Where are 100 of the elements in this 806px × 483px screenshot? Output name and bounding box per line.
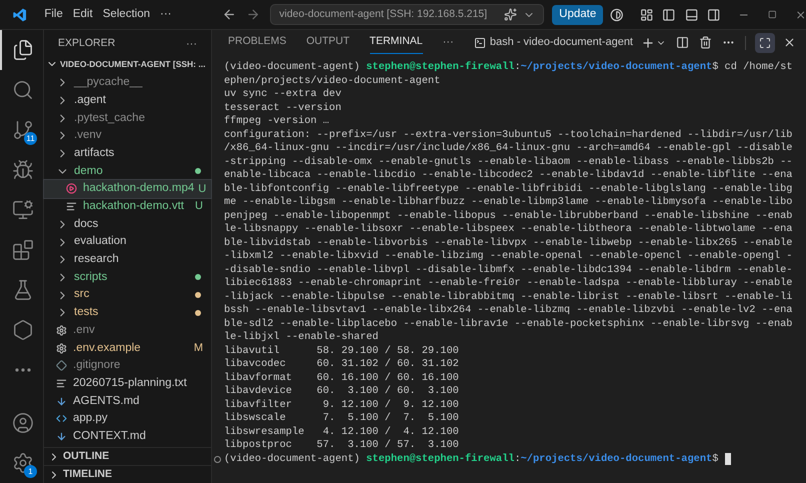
section-header[interactable]: OUTLINE (44, 447, 211, 465)
plus-icon[interactable] (641, 36, 655, 50)
remote-explorer-icon (12, 199, 34, 221)
menu-item[interactable]: File (39, 6, 68, 24)
maximize-icon (759, 36, 771, 48)
tree-item[interactable]: hackathon-demo.vtt U (44, 198, 211, 216)
activity-item[interactable]: 11 (0, 110, 43, 150)
terminal-line: libiec61883 --enable-chromaprint --enable-frei0r --enable-ladspa --enable-libbluray --enable (224, 277, 794, 290)
command-center-search[interactable]: video-document-agent [SSH: 192.168.5.215] (270, 4, 544, 25)
more-actions[interactable]: ··· (442, 34, 454, 51)
terminal-name[interactable]: bash - video-document-agent (490, 34, 633, 51)
tree-item[interactable]: src (44, 286, 211, 304)
layout-icon[interactable] (640, 8, 654, 22)
tree-item[interactable]: research (44, 250, 211, 269)
hexagon-icon (12, 319, 34, 341)
panel-tab[interactable]: OUTPUT (306, 31, 350, 54)
more-icon (14, 368, 30, 372)
file-name: .venv (74, 128, 102, 144)
tree-item[interactable]: artifacts (44, 144, 211, 162)
tree-root[interactable]: VIDEO-DOCUMENT-AGENT [SSH: ... (44, 54, 211, 74)
terminal-line: ffmpeg -version … (224, 115, 330, 128)
panel-tab[interactable]: TERMINAL (370, 31, 423, 54)
close-icon[interactable] (794, 8, 806, 20)
activity-item[interactable]: 1 (0, 443, 43, 483)
tree-item[interactable]: .pytest_cache (44, 109, 211, 128)
terminal-icon (474, 36, 486, 48)
diamond-icon (56, 360, 67, 372)
settings-icon (12, 452, 34, 474)
file-name: evaluation (74, 234, 126, 250)
git-status-label: M (194, 340, 203, 356)
tree-item[interactable]: .env.example M (44, 339, 211, 357)
trash-icon[interactable] (699, 36, 712, 49)
terminal-line: libavutil 58. 29.100 / 58. 29.100 (224, 344, 460, 358)
search-icon (12, 79, 34, 101)
tree-item[interactable]: demo (44, 162, 211, 180)
tree-item[interactable]: 20260715-planning.txt (44, 374, 211, 392)
close-icon[interactable] (783, 36, 796, 49)
panel-right-icon[interactable] (706, 8, 720, 22)
terminal-line: -libjack --enable-libpulse --enable-librabbitmq --enable-librist --enable-libsrt --enable-li (224, 290, 794, 304)
terminal-line: uv sync --extra dev (224, 88, 342, 102)
file-name: 20260715-planning.txt (73, 376, 187, 391)
tree-item[interactable]: __pycache__ (44, 74, 211, 92)
tree-item[interactable]: CONTEXT.md (44, 428, 211, 446)
menu-item[interactable]: ··· (155, 6, 176, 24)
tree-item[interactable]: .env (44, 322, 211, 340)
terminal-line: me --enable-libgsm --enable-libharfbuzz --enable-libmp3lame --enable-libmysofa --enable-libo (224, 196, 794, 210)
menu-item[interactable]: Selection (98, 6, 155, 24)
file-name: src (74, 287, 90, 302)
terminal-line: libpostproc 57. 3.100 / 57. 3.100 (224, 439, 460, 452)
tree-item[interactable]: hackathon-demo.mp4 U (44, 180, 211, 198)
tree-item[interactable]: .gitignore (44, 357, 211, 375)
terminal-line: libswscale 7. 5.100 / 7. 5.100 (224, 412, 460, 426)
tree-item[interactable]: AGENTS.md (44, 392, 211, 410)
tree-item[interactable]: tests (44, 304, 211, 322)
update-button[interactable]: Update (552, 4, 604, 24)
terminal-line: penjpeg --enable-libopenmpt --enable-libopus --enable-librubberband --enable-libshine --enab (224, 210, 794, 223)
restore-icon[interactable] (768, 10, 776, 19)
terminal-line: -stripping --disable-omx --enable-gnutls --enable-libaom --enable-libass --enable-libbs2b -- (224, 156, 794, 169)
run-debug-icon (12, 159, 34, 181)
python-icon (56, 413, 67, 424)
account-icon (12, 412, 34, 434)
gear-icon (56, 342, 67, 354)
file-name: CONTEXT.md (73, 428, 146, 444)
section-header[interactable]: TIMELINE (44, 465, 211, 483)
folder-name: VIDEO-DOCUMENT-AGENT [SSH: ... (60, 58, 206, 70)
panel-left-icon[interactable] (662, 8, 676, 22)
terminal-line: libavfilter 9. 12.100 / 9. 12.100 (224, 398, 460, 412)
terminal-prompt-line: (video-document-agent) stephen@stephen-firewall:~/projects/video-document-agent$ (224, 452, 718, 466)
play-icon (66, 183, 77, 194)
file-name: docs (74, 216, 98, 232)
file-name: .agent (74, 92, 106, 108)
file-name: scripts (74, 270, 108, 285)
git-status-label: U (198, 182, 206, 197)
markdown-icon (56, 431, 67, 442)
extensions-icon (12, 239, 34, 261)
panel-bottom-icon[interactable] (684, 8, 698, 22)
terminal-line: configuration: --prefix=/usr --extra-version=3ubuntu5 --toolchain=hardened --libdir=/usr/lib (224, 128, 794, 142)
logo-icon (12, 6, 28, 22)
panel-tab[interactable]: PROBLEMS (228, 31, 286, 54)
half-circle-icon[interactable] (610, 8, 624, 22)
terminal-line: enable-libcaca --enable-libcdio --enable-libcodec2 --enable-libdav1d --enable-libflite --ena (224, 169, 794, 182)
terminal-line: libavcodec 60. 31.102 / 60. 31.102 (224, 358, 460, 372)
tree-item[interactable]: .agent (44, 92, 211, 110)
terminal-line: -libxml2 --enable-libxvid --enable-libzimg --enable-openal --enable-opencl --enable-opengl - (224, 250, 794, 264)
split-icon[interactable] (676, 36, 689, 49)
file-name: app.py (73, 411, 108, 426)
terminal-line: le-libsnappy --enable-libsoxr --enable-libspeex --enable-libtheora --enable-libtwolame --ena (224, 223, 794, 236)
terminal-line: /x86_64-linux-gnu --incdir=/usr/include/x86_64-linux-gnu --arch=amd64 --enable-gpl --disable (224, 142, 794, 156)
tree-item[interactable]: scripts (44, 268, 211, 286)
terminal-line: tesseract --version (224, 102, 342, 115)
more-actions[interactable]: ··· (186, 36, 197, 52)
tree-item[interactable]: docs (44, 216, 211, 234)
file-name: hackathon-demo.vtt (83, 199, 184, 214)
tree-item[interactable]: evaluation (44, 233, 211, 251)
tree-item[interactable]: app.py (44, 410, 211, 428)
sparkle-icon[interactable] (504, 8, 518, 21)
menu-item[interactable]: Edit (68, 6, 98, 24)
tree-item[interactable]: .venv (44, 127, 211, 145)
file-name: demo (74, 164, 103, 179)
maximize-button[interactable] (755, 32, 775, 52)
